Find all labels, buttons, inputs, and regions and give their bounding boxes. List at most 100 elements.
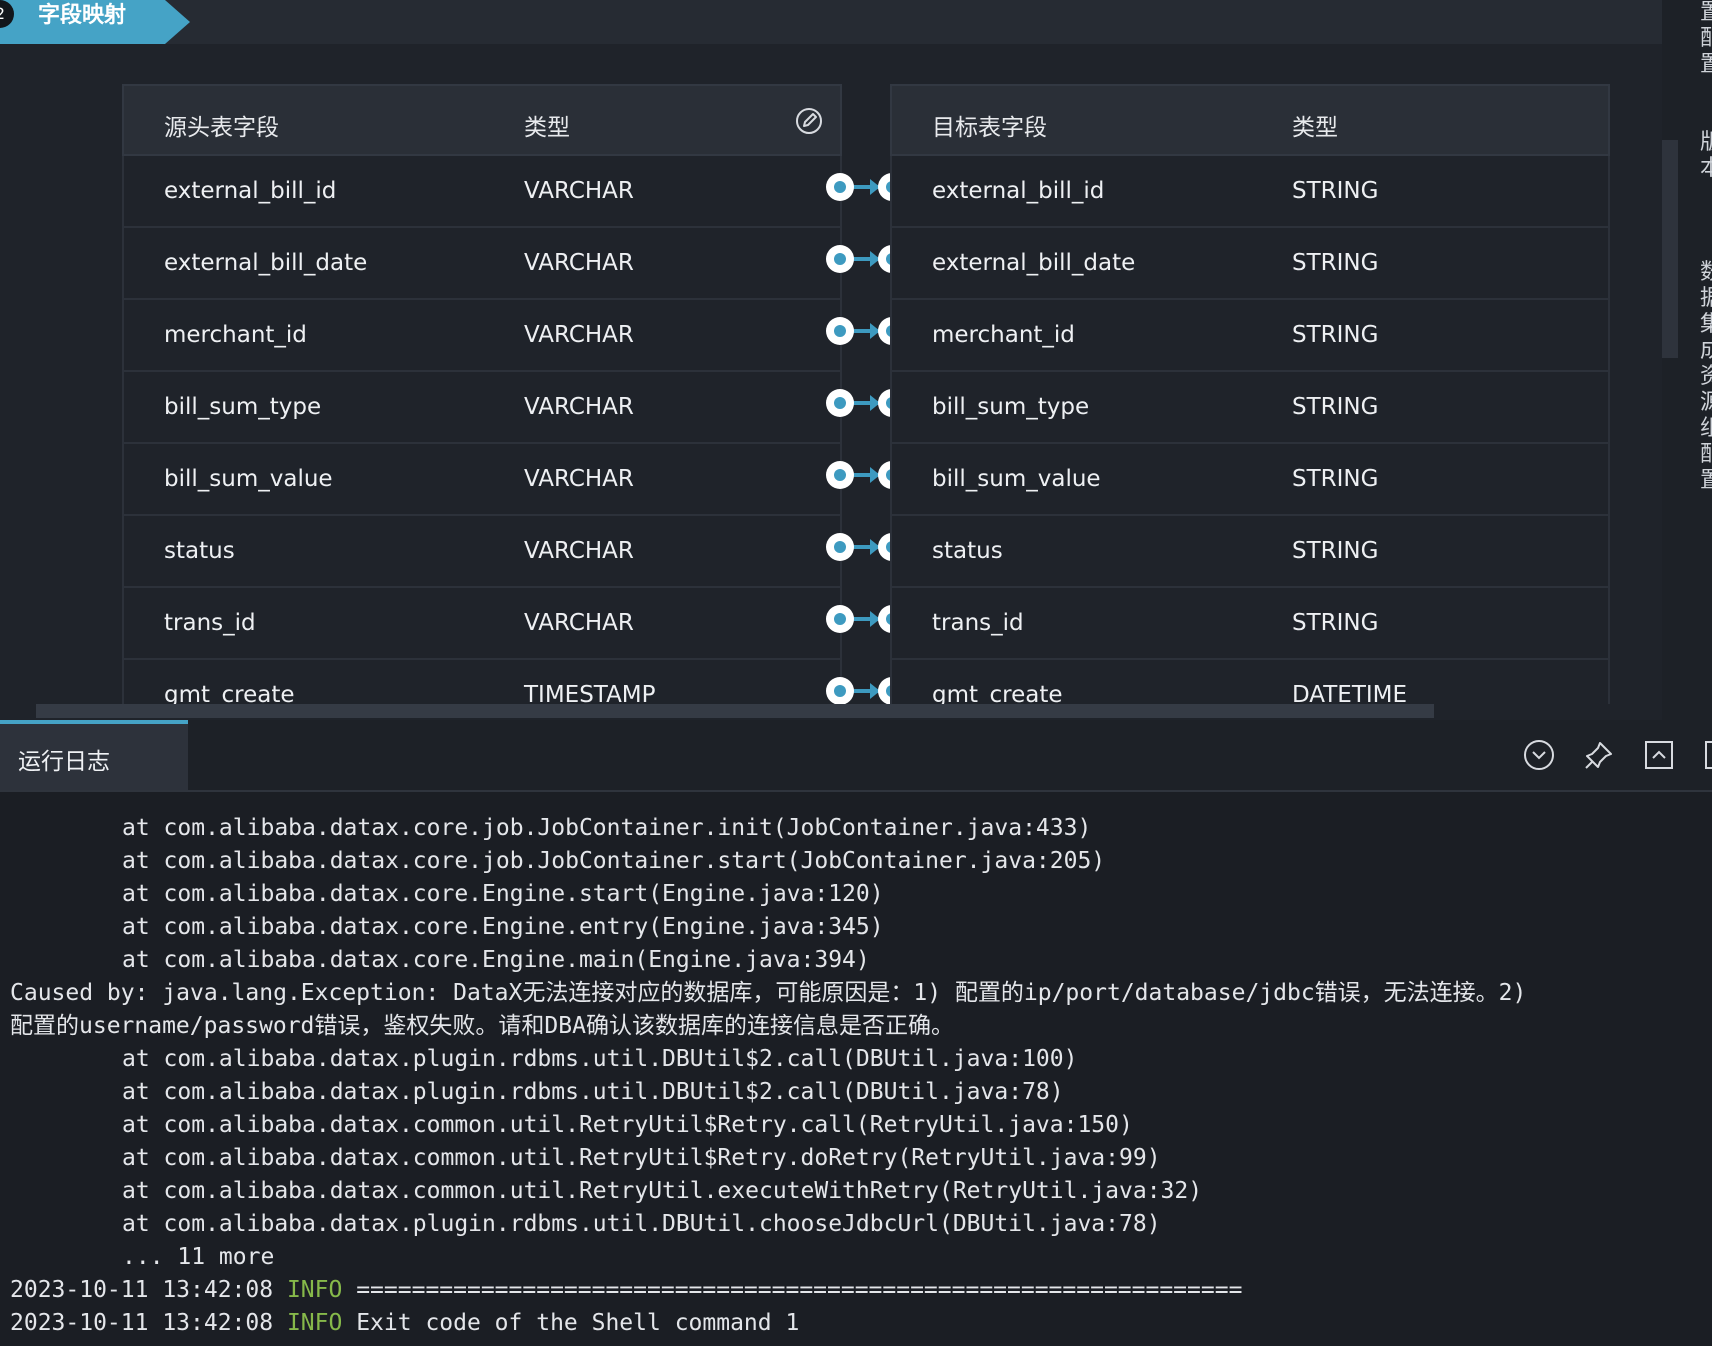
target-table-header: 目标表字段 类型 [890, 84, 1610, 156]
source-connector-dot[interactable] [826, 317, 854, 345]
window-icon[interactable] [1702, 738, 1712, 772]
collapse-circle-icon[interactable] [1522, 738, 1556, 772]
source-field-name: gmt_create [164, 682, 295, 704]
target-field-type: DATETIME [1292, 682, 1408, 704]
source-connector-dot[interactable] [826, 173, 854, 201]
target-field-name: external_bill_id [932, 178, 1105, 204]
source-field-type: VARCHAR [524, 538, 634, 564]
source-field-type: TIMESTAMP [524, 682, 656, 704]
edit-icon[interactable] [794, 106, 824, 136]
source-row: merchant_id VARCHAR [122, 300, 842, 372]
log-text: at com.alibaba.datax.plugin.rdbms.util.D… [122, 1079, 1064, 1105]
source-field-name: external_bill_date [164, 250, 368, 276]
target-row: merchant_id STRING [890, 300, 1610, 372]
target-row: external_bill_date STRING [890, 228, 1610, 300]
source-field-type: VARCHAR [524, 466, 634, 492]
log-text: at com.alibaba.datax.plugin.rdbms.util.D… [122, 1046, 1078, 1072]
log-text: at com.alibaba.datax.common.util.RetryUt… [122, 1112, 1133, 1138]
source-field-header: 源头表字段 [164, 115, 279, 141]
source-connector-dot[interactable] [826, 245, 854, 273]
field-mapping-panel: 2 字段映射 源头表字段 类型 external_bill_idVARCHARe… [0, 0, 1662, 720]
source-table: 源头表字段 类型 external_bill_id VARCHAR external… [122, 84, 842, 704]
log-level: INFO [286, 1310, 343, 1336]
source-field-type: VARCHAR [524, 394, 634, 420]
log-line: at com.alibaba.datax.core.Engine.main(En… [0, 944, 1712, 977]
log-line: at com.alibaba.datax.plugin.rdbms.util.D… [0, 1043, 1712, 1076]
log-line: at com.alibaba.datax.plugin.rdbms.util.D… [0, 1208, 1712, 1241]
target-field-type: STRING [1292, 538, 1379, 564]
target-field-name: status [932, 538, 1003, 564]
target-field-name: merchant_id [932, 322, 1075, 348]
log-line: at com.alibaba.datax.core.Engine.entry(E… [0, 911, 1712, 944]
log-line: at com.alibaba.datax.core.Engine.start(E… [0, 878, 1712, 911]
log-line: 2023-10-11 13:42:08 INFO ===============… [0, 1274, 1712, 1307]
source-field-name: bill_sum_type [164, 394, 322, 420]
log-line: at com.alibaba.datax.core.job.JobContain… [0, 845, 1712, 878]
source-row: bill_sum_type VARCHAR [122, 372, 842, 444]
log-text: Caused by: java.lang.Exception: DataX无法连… [10, 980, 1527, 1006]
source-row: gmt_create TIMESTAMP [122, 660, 842, 704]
source-field-name: merchant_id [164, 322, 307, 348]
log-text: 配置的username/password错误，鉴权失败。请和DBA确认该数据库的… [10, 1013, 954, 1039]
log-line: ... 11 more [0, 1241, 1712, 1274]
target-row: bill_sum_value STRING [890, 444, 1610, 516]
log-text: at com.alibaba.datax.core.job.JobContain… [122, 815, 1092, 841]
maximize-icon[interactable] [1642, 738, 1676, 772]
source-field-type: VARCHAR [524, 250, 634, 276]
source-field-type: VARCHAR [524, 610, 634, 636]
log-text: Exit code of the Shell command 1 [356, 1310, 800, 1336]
section-header: 2 字段映射 [0, 0, 1662, 44]
source-type-header: 类型 [524, 115, 570, 141]
log-line: at com.alibaba.datax.core.job.JobContain… [0, 812, 1712, 845]
source-connector-dot[interactable] [826, 461, 854, 489]
target-field-type: STRING [1292, 178, 1379, 204]
horizontal-scrollbar[interactable] [36, 704, 1434, 718]
source-table-header: 源头表字段 类型 [122, 84, 842, 156]
target-field-header: 目标表字段 [932, 115, 1047, 141]
log-line: 配置的username/password错误，鉴权失败。请和DBA确认该数据库的… [0, 1010, 1712, 1043]
target-field-type: STRING [1292, 610, 1379, 636]
target-row: external_bill_id STRING [890, 156, 1610, 228]
log-line: at com.alibaba.datax.common.util.RetryUt… [0, 1175, 1712, 1208]
target-type-header: 类型 [1292, 115, 1338, 141]
tab-run-log[interactable]: 运行日志 [0, 720, 188, 790]
log-text: at com.alibaba.datax.plugin.rdbms.util.D… [122, 1211, 1161, 1237]
log-text: at com.alibaba.datax.core.Engine.start(E… [122, 881, 884, 907]
log-output[interactable]: at com.alibaba.datax.core.job.JobContain… [0, 812, 1712, 1346]
log-line: Caused by: java.lang.Exception: DataX无法连… [0, 977, 1712, 1010]
source-connector-dot[interactable] [826, 533, 854, 561]
log-timestamp: 2023-10-11 13:42:08 [10, 1310, 287, 1336]
target-field-name: external_bill_date [932, 250, 1136, 276]
log-text: at com.alibaba.datax.core.job.JobContain… [122, 848, 1106, 874]
target-field-name: gmt_create [932, 682, 1063, 704]
target-field-type: STRING [1292, 466, 1379, 492]
log-level: INFO [286, 1277, 343, 1303]
target-table: 目标表字段 类型 external_bill_id STRING external_… [890, 84, 1610, 704]
source-connector-dot[interactable] [826, 389, 854, 417]
target-field-name: bill_sum_value [932, 466, 1101, 492]
target-field-type: STRING [1292, 250, 1379, 276]
log-timestamp: 2023-10-11 13:42:08 [10, 1277, 287, 1303]
vertical-scrollbar[interactable] [1662, 140, 1678, 358]
log-line: at com.alibaba.datax.common.util.RetryUt… [0, 1109, 1712, 1142]
log-text: ... 11 more [122, 1244, 275, 1270]
source-rows: external_bill_id VARCHAR external_bill_dat… [122, 156, 842, 704]
target-field-name: bill_sum_type [932, 394, 1090, 420]
source-connector-dot[interactable] [826, 677, 854, 704]
target-rows: external_bill_id STRING external_bill_date… [890, 156, 1610, 704]
source-field-name: trans_id [164, 610, 256, 636]
log-line: 2023-10-11 13:42:08 INFO Exit code of th… [0, 1307, 1712, 1340]
source-field-type: VARCHAR [524, 322, 634, 348]
log-text: at com.alibaba.datax.common.util.RetryUt… [122, 1145, 1161, 1171]
source-connector-dot[interactable] [826, 605, 854, 633]
right-side-labels: 置 配 置 版 本 数 据 集 成 资 源 组 配 置 [1700, 0, 1712, 493]
pin-icon[interactable] [1582, 738, 1616, 772]
run-log-panel: 运行日志 at com.alibaba.datax.core.job.JobCo… [0, 720, 1712, 1346]
target-row: bill_sum_type STRING [890, 372, 1610, 444]
source-field-name: external_bill_id [164, 178, 337, 204]
source-field-type: VARCHAR [524, 178, 634, 204]
log-line: at com.alibaba.datax.common.util.RetryUt… [0, 1142, 1712, 1175]
source-row: external_bill_date VARCHAR [122, 228, 842, 300]
target-row: trans_id STRING [890, 588, 1610, 660]
target-row: gmt_create DATETIME [890, 660, 1610, 704]
